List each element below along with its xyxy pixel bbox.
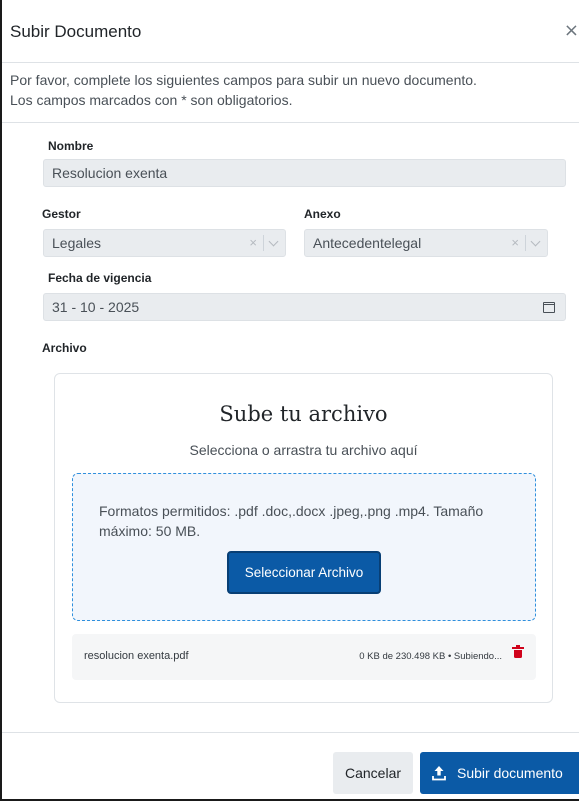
anexo-label: Anexo [304, 207, 341, 221]
upload-progress-status: 0 KB de 230.498 KB • Subiendo... [359, 651, 502, 662]
close-button[interactable]: × [562, 20, 579, 41]
anexo-clear-icon[interactable]: × [511, 230, 519, 256]
select-separator [263, 235, 264, 251]
uploaded-file-row: resolucion exenta.pdf 0 KB de 230.498 KB… [72, 634, 536, 680]
nombre-input[interactable]: Resolucion exenta [43, 159, 566, 187]
archivo-label: Archivo [42, 341, 87, 355]
instructions-line-2: Los campos marcados con * son obligatori… [10, 92, 293, 108]
allowed-formats-text: Formatos permitidos: .pdf .doc,.docx .jp… [99, 503, 484, 539]
upload-subtitle: Selecciona o arrastra tu archivo aquí [189, 442, 418, 458]
gestor-select[interactable]: Legales × [43, 229, 286, 257]
modal-footer-divider [2, 732, 579, 733]
fecha-label: Fecha de vigencia [48, 271, 152, 285]
upload-title: Sube tu archivo [219, 402, 388, 426]
file-dropzone[interactable]: Formatos permitidos: .pdf .doc,.docx .jp… [72, 473, 536, 621]
close-icon: × [563, 20, 579, 41]
upload-icon [432, 766, 446, 781]
submit-label: Subir documento [457, 765, 563, 781]
chevron-down-icon[interactable] [268, 236, 279, 247]
upload-document-modal: Subir Documento × Por favor, complete lo… [0, 0, 579, 801]
anexo-select[interactable]: Antecedentelegal × [304, 229, 548, 257]
gestor-label: Gestor [42, 207, 81, 221]
file-name: resolucion exenta.pdf [84, 650, 189, 662]
divider [2, 122, 579, 123]
calendar-icon[interactable] [543, 302, 555, 313]
gestor-value: Legales [52, 235, 102, 251]
fecha-vigencia-input[interactable]: 31 - 10 - 2025 [43, 293, 566, 321]
anexo-value: Antecedentelegal [313, 235, 422, 251]
cancel-button[interactable]: Cancelar [333, 752, 413, 794]
trash-icon[interactable] [512, 645, 524, 658]
chevron-down-icon[interactable] [530, 236, 541, 247]
modal-title: Subir Documento [10, 22, 142, 41]
nombre-label: Nombre [48, 139, 94, 153]
nombre-value: Resolucion exenta [52, 165, 168, 181]
modal-instructions: Por favor, complete los siguientes campo… [10, 70, 570, 110]
gestor-clear-icon[interactable]: × [249, 230, 257, 256]
fecha-value: 31 - 10 - 2025 [52, 299, 140, 315]
upload-card: Sube tu archivo Selecciona o arrastra tu… [54, 373, 553, 703]
select-file-button[interactable]: Seleccionar Archivo [227, 551, 381, 594]
modal-header: Subir Documento × [2, 0, 579, 63]
select-separator [525, 235, 526, 251]
instructions-line-1: Por favor, complete los siguientes campo… [10, 72, 477, 88]
submit-document-button[interactable]: Subir documento [420, 752, 579, 794]
